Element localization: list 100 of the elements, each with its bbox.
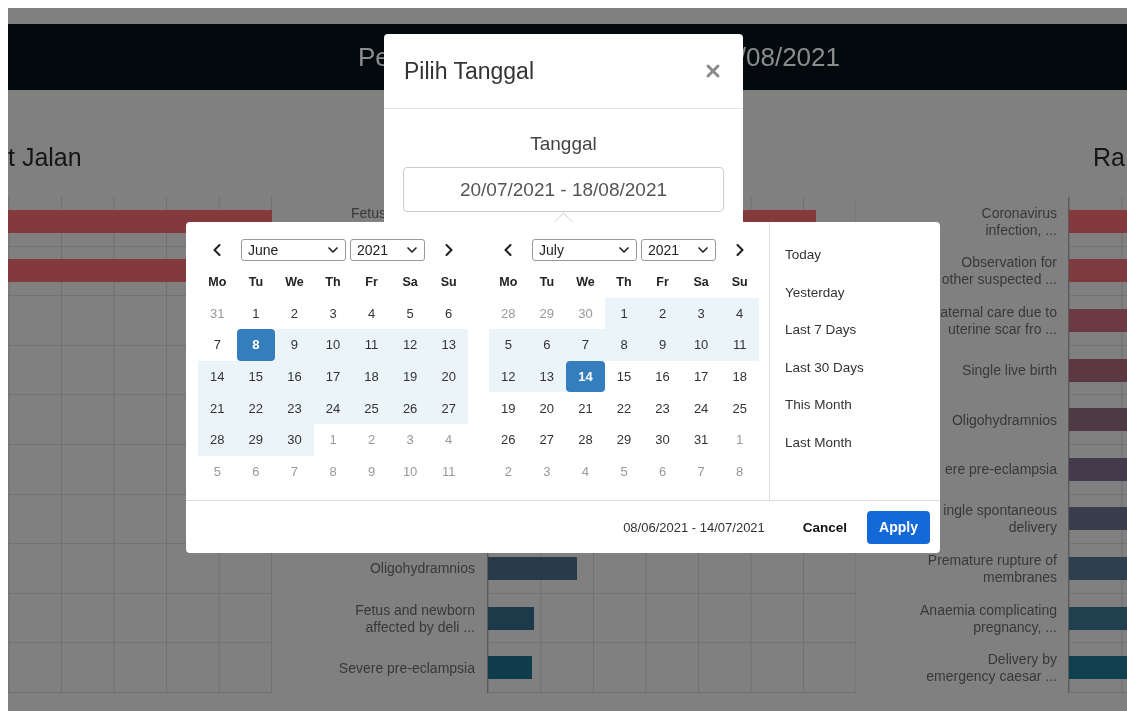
calendar-day[interactable]: 4 [352,297,391,330]
chart-title: t Jalan [8,142,83,173]
calendar-day[interactable]: 7 [566,329,605,361]
bar-label: Severe pre-eclampsia [338,659,475,677]
calendar-day[interactable]: 1 [236,297,276,330]
calendar-day[interactable]: 27 [527,423,567,456]
bar-label: Fetus and newborn affected by deli ... [355,601,475,636]
chart-bar [488,656,532,680]
year-select[interactable]: 2021 [350,239,425,261]
month-select[interactable]: June [241,239,346,261]
calendar-day[interactable]: 12 [489,360,528,393]
calendar-day[interactable]: 29 [604,423,644,456]
calendar-day[interactable]: 24 [681,392,721,424]
range-option[interactable]: Last 30 Days [785,355,864,379]
weekday-label: We [284,273,305,291]
bar-label: ingle spontaneous delivery [943,502,1057,537]
calendar-day[interactable]: 9 [643,329,682,361]
bar-label: aternal care due to uterine scar fro ... [940,304,1057,338]
year-select[interactable]: 2021 [641,239,716,261]
weekday-label: Mo [498,273,519,291]
chart-bar [1069,556,1127,580]
calendar-day[interactable]: 30 [643,423,682,456]
calendar-day[interactable]: 30 [275,423,314,456]
chart-bar [1069,507,1127,531]
calendar-day[interactable]: 2 [275,297,314,330]
bar-label: Premature rupture of membranes [927,551,1057,586]
calendar-day[interactable]: 11 [352,329,391,361]
calendar-day[interactable]: 10 [681,329,721,361]
bar-label: Fetus [351,205,386,222]
calendar-day[interactable]: 8 [236,329,276,361]
calendar-day[interactable]: 14 [566,360,605,393]
calendar-day[interactable]: 16 [643,360,682,393]
bar-label: Coronavirus infection, ... [981,204,1057,239]
range-option[interactable]: This Month [785,393,852,417]
calendar-day[interactable]: 23 [275,392,314,424]
calendar-day[interactable]: 15 [236,360,276,393]
calendar-day[interactable]: 10 [313,329,353,361]
range-option[interactable]: Last 7 Days [785,318,857,342]
bar-label: ere pre-eclampsia [944,461,1057,479]
calendar-day[interactable]: 6 [527,329,567,361]
month-select[interactable]: July [532,239,637,261]
calendar-day[interactable]: 7 [198,329,237,361]
calendar-day[interactable]: 17 [681,360,721,393]
calendar-day[interactable]: 6 [429,297,468,330]
page-title: /08/2021 [738,41,840,73]
calendar-day[interactable]: 21 [198,392,237,424]
bar-label: Delivery by emergency caesar ... [926,651,1057,686]
calendar-day[interactable]: 19 [489,392,528,424]
calendar-day[interactable]: 9 [275,329,314,361]
range-option[interactable]: Yesterday [785,280,845,304]
calendar-day[interactable]: 5 [390,297,430,330]
calendar-day[interactable]: 20 [527,392,567,424]
cancel-button[interactable]: Cancel [794,511,856,543]
calendar-day[interactable]: 21 [566,392,605,424]
chart-bar [1069,309,1127,332]
chart-title: Ra [1092,142,1126,173]
chart-bar [1069,656,1127,680]
weekday-label: Tu [538,273,555,291]
chart-bar [1069,259,1127,283]
apply-button[interactable]: Apply [867,510,930,544]
chart-bar [1069,209,1127,233]
chart-bar [1069,408,1127,432]
calendar-day[interactable]: 2 [643,297,682,330]
calendar-day[interactable]: 1 [604,297,644,330]
weekday-label: Th [324,273,342,291]
calendar-day[interactable]: 18 [352,360,391,393]
calendar-day[interactable]: 15 [604,360,644,393]
chart-bar [1069,457,1127,481]
calendar-day[interactable]: 11 [720,329,759,361]
chart-bar [488,606,534,630]
calendar-day[interactable]: 3 [681,297,721,330]
bar-label: Anaemia complicating pregnancy, ... [920,601,1057,636]
calendar-day[interactable]: 24 [313,392,353,424]
calendar-day[interactable]: 12 [390,329,430,361]
calendar-day[interactable]: 5 [489,329,528,361]
calendar-day[interactable]: 18 [720,360,759,393]
calendar-day[interactable]: 25 [352,392,391,424]
calendar-day[interactable]: 13 [429,329,468,361]
calendar-day[interactable]: 3 [313,297,353,330]
calendar-day[interactable]: 8 [604,329,644,361]
calendar-day[interactable]: 14 [198,360,237,393]
range-option[interactable]: Last Month [785,430,852,454]
calendar-day[interactable]: 20 [429,360,468,393]
calendar-day[interactable]: 31 [681,423,721,456]
weekday-label: Su [730,273,749,291]
calendar-day[interactable]: 26 [489,423,528,456]
weekday-label: Su [439,273,458,291]
calendar-day[interactable]: 23 [643,392,682,424]
calendar-day[interactable]: 22 [604,392,644,424]
calendar-day[interactable]: 26 [390,392,430,424]
calendar-day[interactable]: 16 [275,360,314,393]
calendar-day[interactable]: 28 [198,423,237,456]
date-range-field[interactable]: 20/07/2021 - 18/08/2021 [403,167,724,212]
calendar-day[interactable]: 22 [236,392,276,424]
calendar-day[interactable]: 28 [566,423,605,456]
calendar-day[interactable]: 4 [720,297,759,330]
calendar-day[interactable]: 25 [720,392,759,424]
weekday-label: Fr [364,273,379,291]
calendar-day[interactable]: 27 [429,392,468,424]
range-option[interactable]: Today [785,243,822,267]
